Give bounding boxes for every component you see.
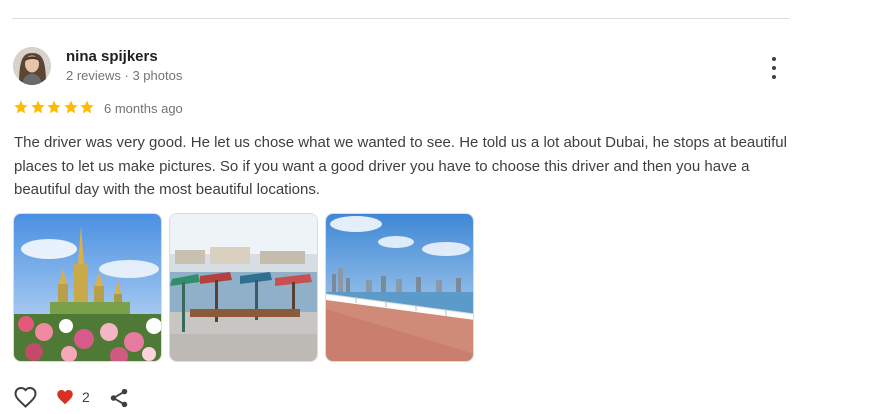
star-icon: [63, 100, 78, 114]
star-icon: [14, 100, 28, 114]
more-options-icon: [772, 57, 776, 61]
reviewer-meta: 2 reviews · 3 photos: [66, 68, 183, 83]
top-divider: [12, 18, 789, 19]
reaction-count: 2: [82, 389, 90, 405]
marina-boardwalk-skyline-photo: [326, 214, 473, 361]
review-photo-1[interactable]: [13, 213, 162, 362]
reviewer-avatar[interactable]: [13, 47, 51, 85]
review-text: The driver was very good. He let us chos…: [14, 134, 787, 198]
review-date: 6 months ago: [104, 101, 183, 116]
share-icon: [110, 388, 128, 408]
heart-outline-icon: [14, 386, 37, 408]
like-button[interactable]: [13, 386, 38, 408]
heart-filled-icon: [56, 389, 74, 406]
miracle-garden-castle-photo: [14, 214, 161, 361]
reaction-heart[interactable]: [55, 388, 75, 406]
review-photo-2[interactable]: [169, 213, 318, 362]
more-options-button[interactable]: [762, 55, 786, 81]
reviewer-name[interactable]: nina spijkers: [66, 48, 158, 65]
rating-stars: [13, 99, 96, 117]
review-photo-3[interactable]: [325, 213, 474, 362]
star-icon: [80, 100, 94, 114]
share-button[interactable]: [108, 387, 130, 409]
star-icon: [47, 100, 61, 114]
star-icon: [30, 100, 45, 114]
creek-abra-boats-photo: [170, 214, 317, 361]
